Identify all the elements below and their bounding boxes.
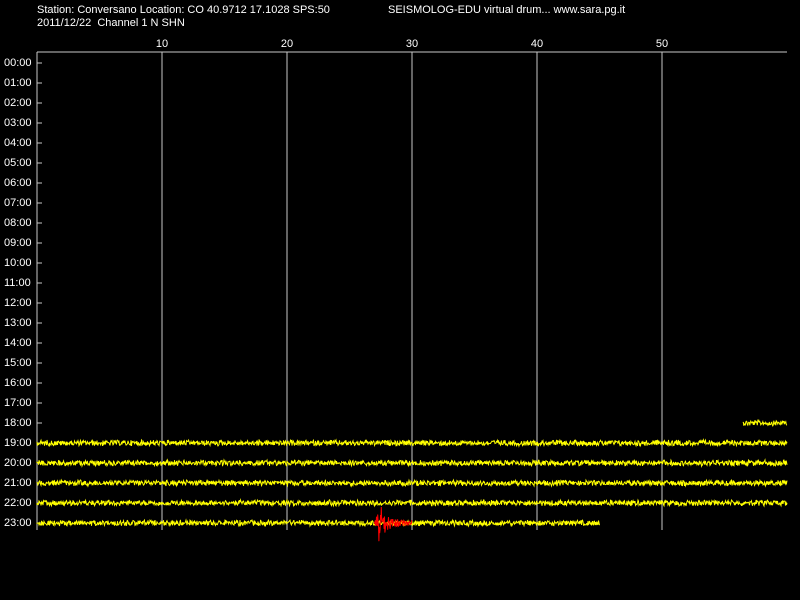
trace-line xyxy=(742,418,788,428)
trace-line xyxy=(36,518,600,528)
seismogram-drum xyxy=(36,51,788,542)
